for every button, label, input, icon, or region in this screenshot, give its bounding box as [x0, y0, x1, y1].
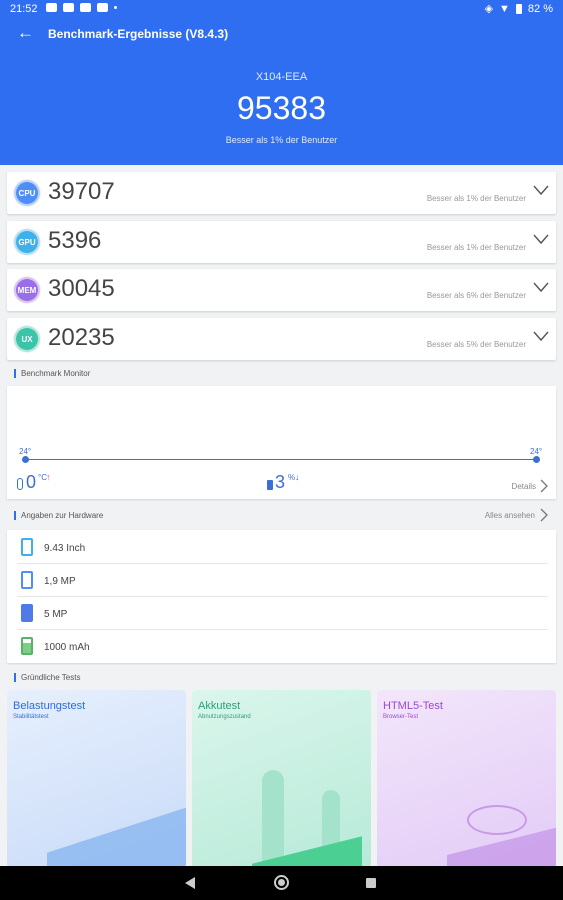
chevron-right-icon[interactable]	[540, 479, 548, 493]
rotation-lock-icon: ◈	[484, 3, 494, 15]
screen-icon	[21, 538, 33, 556]
down-arrow-icon: ↓	[295, 472, 300, 482]
front-camera: 1,9 MP	[44, 576, 76, 587]
tests-section-title: Gründliche Tests	[14, 673, 80, 682]
battery-change: 3	[275, 472, 286, 492]
nav-back-icon[interactable]	[185, 877, 195, 889]
battery-status-icon	[515, 3, 522, 14]
rear-camera-icon	[21, 604, 33, 622]
mem-score: 30045	[48, 275, 115, 302]
system-icons: ◈ ▼ 82 %	[484, 2, 553, 16]
device-name: X104-EEA	[255, 71, 308, 83]
start-temp-label: 24°	[19, 447, 32, 456]
result-header: 21:52 ◈ ▼ 82 % ← Benchmark-Ergebnisse (V…	[0, 0, 563, 165]
status-bar: 21:52 ◈ ▼ 82 %	[0, 0, 563, 18]
back-arrow-icon[interactable]: ←	[17, 23, 34, 43]
hardware-item: 5 MP	[17, 597, 548, 630]
cpu-score: 39707	[48, 178, 115, 205]
toolbar: ← Benchmark-Ergebnisse (V8.4.3)	[0, 22, 563, 44]
monitor-section-title: Benchmark Monitor	[14, 369, 90, 378]
front-camera-icon	[21, 571, 33, 589]
battery-test-title: Akkutest	[198, 700, 241, 712]
ux-rank: Besser als 5% der Benutzer	[426, 340, 526, 349]
gpu-badge-icon: GPU	[14, 229, 40, 255]
view-all-link[interactable]: Alles ansehen	[485, 511, 535, 520]
hardware-item: 1,9 MP	[17, 564, 548, 597]
battery-capacity: 1000 mAh	[44, 642, 90, 653]
stress-test-subtitle: Stabilitätstest	[13, 714, 49, 720]
battery-icon	[21, 637, 33, 655]
hardware-section-title: Angaben zur Hardware	[14, 511, 103, 520]
page-title: Benchmark-Ergebnisse (V8.4.3)	[48, 27, 229, 41]
mail-notification-icon	[97, 3, 108, 12]
navigation-bar	[0, 866, 563, 900]
total-rank: Besser als 1% der Benutzer	[225, 135, 338, 145]
clock: 21:52	[10, 3, 38, 15]
cpu-rank: Besser als 1% der Benutzer	[426, 194, 526, 203]
stress-test-title: Belastungstest	[13, 700, 86, 712]
end-temp-label: 24°	[530, 447, 543, 456]
chevron-right-icon[interactable]	[540, 508, 548, 522]
temperature-line	[26, 459, 537, 460]
chevron-down-icon[interactable]	[533, 281, 549, 293]
gpu-score: 5396	[48, 227, 102, 254]
chevron-down-icon[interactable]	[533, 233, 549, 245]
wifi-icon: ▼	[499, 2, 510, 15]
ux-score: 20235	[48, 324, 115, 351]
benchmark-monitor: 24° 24° 0 °C ↑ 3 % ↓ Details	[7, 386, 556, 499]
ux-score-card[interactable]: UX 20235 Besser als 5% der Benutzer	[7, 318, 556, 360]
image-notification-icon	[46, 3, 57, 12]
up-arrow-icon: ↑	[46, 472, 51, 482]
battery-icon	[267, 480, 273, 490]
cpu-score-card[interactable]: CPU 39707 Besser als 1% der Benutzer	[7, 172, 556, 214]
mem-rank: Besser als 6% der Benutzer	[426, 291, 526, 300]
end-point	[533, 456, 540, 463]
html5-test-title: HTML5-Test	[383, 700, 443, 712]
html5-test-card[interactable]: HTML5-Test Browser-Test	[377, 690, 556, 868]
mem-score-card[interactable]: MEM 30045 Besser als 6% der Benutzer	[7, 269, 556, 311]
html5-test-illustration	[467, 805, 527, 835]
stress-test-card[interactable]: Belastungstest Stabilitätstest	[7, 690, 186, 868]
mem-badge-icon: MEM	[14, 277, 40, 303]
battery-percent: 82 %	[527, 2, 553, 15]
battery-test-card[interactable]: Akkutest Abnutzungszustand	[192, 690, 371, 868]
battery-test-illustration	[262, 770, 284, 868]
hardware-card: 9.43 Inch 1,9 MP 5 MP 1000 mAh	[7, 530, 556, 663]
ux-badge-icon: UX	[14, 326, 40, 352]
gpu-score-card[interactable]: GPU 5396 Besser als 1% der Benutzer	[7, 221, 556, 263]
chevron-down-icon[interactable]	[533, 330, 549, 342]
details-link[interactable]: Details	[512, 482, 536, 491]
cpu-badge-icon: CPU	[14, 180, 40, 206]
youtube-notification-icon	[80, 3, 91, 12]
gpu-rank: Besser als 1% der Benutzer	[426, 243, 526, 252]
start-point	[22, 456, 29, 463]
thermometer-icon	[17, 478, 23, 490]
screen-size: 9.43 Inch	[44, 543, 86, 554]
hardware-item: 1000 mAh	[17, 630, 548, 663]
hardware-item: 9.43 Inch	[17, 531, 548, 564]
more-notifications-icon	[114, 6, 117, 9]
nav-home-icon[interactable]	[274, 875, 289, 890]
temp-change: 0	[26, 472, 37, 492]
battery-test-subtitle: Abnutzungszustand	[198, 714, 251, 720]
stress-test-illustration	[47, 807, 186, 868]
rear-camera: 5 MP	[44, 609, 68, 620]
notification-icons	[46, 3, 117, 12]
total-score: 95383	[237, 90, 326, 126]
html5-test-subtitle: Browser-Test	[383, 714, 419, 720]
youtube-notification-icon	[63, 3, 74, 12]
chevron-down-icon[interactable]	[533, 184, 549, 196]
nav-recents-icon[interactable]	[366, 878, 376, 888]
